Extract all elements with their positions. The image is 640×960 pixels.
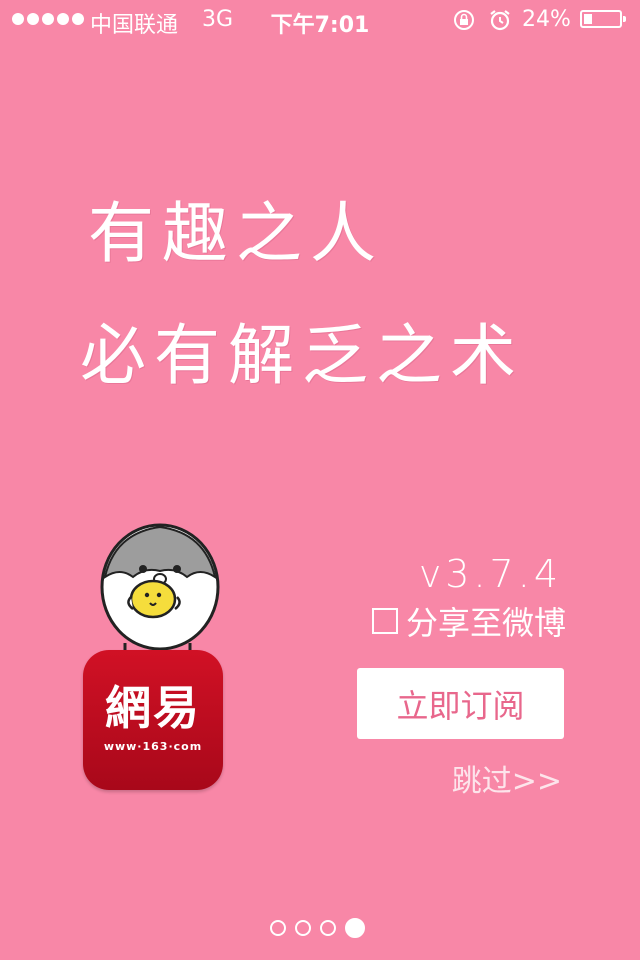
skip-link[interactable]: 跳过>> — [452, 756, 562, 800]
share-label: 分享至微博 — [405, 604, 566, 642]
splash-screen: 中国联通 3G 下午7:01 24% 有趣之人 必有解乏之术 網易 www·16… — [0, 0, 640, 960]
page-dot-1[interactable] — [270, 920, 286, 936]
page-dot-2[interactable] — [295, 920, 311, 936]
logo-url: www·163·com — [103, 740, 203, 753]
subscribe-button[interactable]: 立即订阅 — [357, 668, 564, 739]
page-indicator — [270, 918, 365, 938]
version-label: v3.7.4 — [418, 552, 562, 596]
battery-icon — [580, 10, 626, 28]
page-dot-3[interactable] — [320, 920, 336, 936]
status-bar: 中国联通 3G 下午7:01 24% — [0, 0, 640, 40]
slogan-line-1: 有趣之人 — [88, 195, 384, 272]
orientation-lock-icon — [454, 10, 474, 30]
bird-mascot-icon — [100, 523, 220, 653]
share-checkbox[interactable] — [371, 608, 398, 634]
share-to-weibo-option[interactable]: 分享至微博 — [371, 598, 566, 644]
alarm-icon — [490, 10, 510, 31]
battery-percent: 24% — [522, 7, 571, 32]
page-dot-4[interactable] — [345, 918, 365, 938]
netease-logo: 網易 www·163·com — [83, 650, 223, 790]
logo-text: 網易 — [105, 681, 201, 735]
slogan-line-2: 必有解乏之术 — [80, 317, 524, 394]
